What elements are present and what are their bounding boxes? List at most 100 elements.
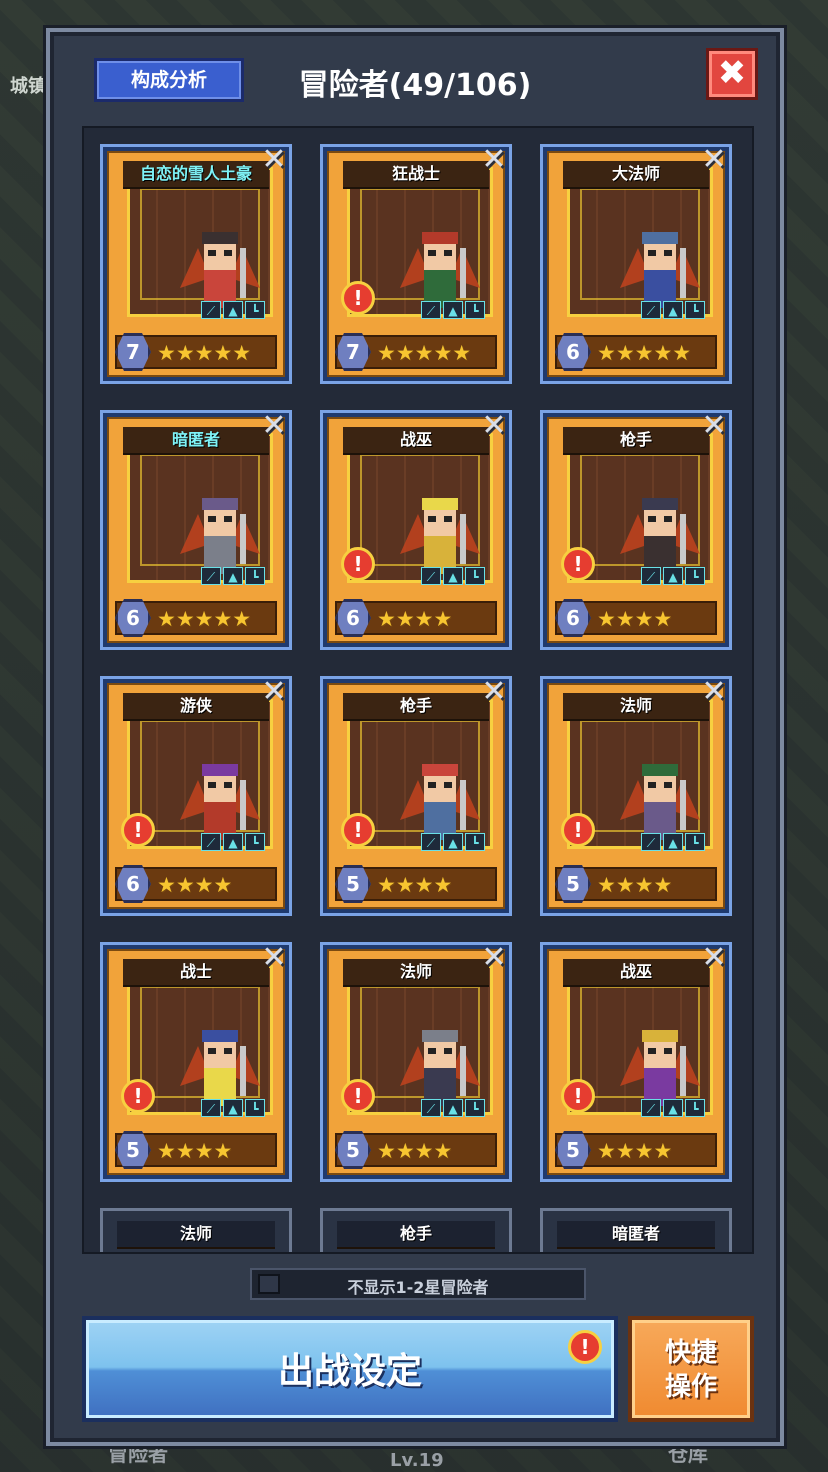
panel-title: 冒险者(49/106) [298,68,532,103]
armor-icon: ▲ [443,567,463,585]
crossed-swords-icon[interactable]: ✕ [255,673,293,711]
boots-icon: ┗ [465,567,485,585]
adventurer-list[interactable]: 自恋的雪人土豪 ⟋ ▲ ┗ 7 ★★★★★ ✕ 狂战士 ⟋ ▲ ┗! 7 ★★★★★ ✕ 大法师 ⟋ ▲ ┗ 6 ★★… [82,126,754,1254]
card-class-name: 法师 [117,1221,275,1249]
equipment-slots: ⟋ ▲ ┗ [201,1099,265,1117]
star-rating: ★★★★ [157,1139,233,1163]
card-frame: 自恋的雪人土豪 ⟋ ▲ ┗ 7 ★★★★★ [107,151,285,377]
star-rating: ★★★★★ [377,341,472,365]
adventurer-card[interactable]: 自恋的雪人土豪 ⟋ ▲ ┗ 7 ★★★★★ ✕ [100,141,293,384]
equipment-slots: ⟋ ▲ ┗ [201,301,265,319]
adventurer-card[interactable]: 枪手 [320,1208,512,1252]
filter-label: 不显示1-2星冒险者 [347,1278,489,1297]
adventurer-card[interactable]: 大法师 ⟋ ▲ ┗ 6 ★★★★★ ✕ [540,141,733,384]
adventurer-card[interactable]: 枪手 ⟋ ▲ ┗! 5 ★★★★ ✕ [320,673,513,916]
crossed-swords-icon[interactable]: ✕ [255,939,293,977]
adventurer-card[interactable]: 暗匿者 ⟋ ▲ ┗ 6 ★★★★★ ✕ [100,407,293,650]
card-portrait [567,167,713,317]
card-class-name: 法师 [343,959,489,987]
boots-icon: ┗ [245,567,265,585]
card-class-name: 战巫 [343,427,489,455]
card-frame: 狂战士 ⟋ ▲ ┗! 7 ★★★★★ [327,151,505,377]
adventurer-card[interactable]: 法师 [100,1208,292,1252]
adventurer-card[interactable]: 暗匿者 [540,1208,732,1252]
crossed-swords-icon[interactable]: ✕ [475,939,513,977]
star-rating: ★★★★ [377,873,453,897]
battle-setup-button[interactable]: 出战设定 ! [82,1316,618,1422]
card-portrait [127,433,273,583]
card-frame: 枪手 ⟋ ▲ ┗! 5 ★★★★ [327,683,505,909]
crossed-swords-icon[interactable]: ✕ [695,141,733,179]
star-rating: ★★★★ [377,1139,453,1163]
crossed-swords-icon[interactable]: ✕ [695,407,733,445]
weapon-icon: ⟋ [201,567,221,585]
adventurer-card[interactable]: 战士 ⟋ ▲ ┗! 5 ★★★★ ✕ [100,939,293,1182]
card-frame: 游侠 ⟋ ▲ ┗! 6 ★★★★ [107,683,285,909]
alert-icon: ! [341,813,375,847]
adventurer-card[interactable]: 法师 ⟋ ▲ ┗! 5 ★★★★ ✕ [540,673,733,916]
adventurer-card[interactable]: 战巫 ⟋ ▲ ┗! 5 ★★★★ ✕ [540,939,733,1182]
star-rating: ★★★★★ [157,341,252,365]
alert-icon: ! [561,813,595,847]
armor-icon: ▲ [663,833,683,851]
alert-icon: ! [341,1079,375,1113]
star-rating: ★★★★★ [157,607,252,631]
boots-icon: ┗ [245,1099,265,1117]
card-class-name: 战士 [123,959,269,987]
equipment-slots: ⟋ ▲ ┗ [421,567,485,585]
boots-icon: ┗ [685,301,705,319]
armor-icon: ▲ [663,301,683,319]
boots-icon: ┗ [245,833,265,851]
close-button[interactable]: ✖ [706,48,758,100]
weapon-icon: ⟋ [641,1099,661,1117]
star-rating: ★★★★ [377,607,453,631]
boots-icon: ┗ [245,301,265,319]
star-rating: ★★★★ [597,873,673,897]
alert-icon: ! [121,813,155,847]
weapon-icon: ⟋ [641,567,661,585]
adventurer-card[interactable]: 狂战士 ⟋ ▲ ┗! 7 ★★★★★ ✕ [320,141,513,384]
equipment-slots: ⟋ ▲ ┗ [641,833,705,851]
armor-icon: ▲ [443,1099,463,1117]
town-tag: 城镇 [10,76,46,97]
card-frame: 法师 ⟋ ▲ ┗! 5 ★★★★ [327,949,505,1175]
adventurer-card[interactable]: 战巫 ⟋ ▲ ┗! 6 ★★★★ ✕ [320,407,513,650]
crossed-swords-icon[interactable]: ✕ [475,407,513,445]
bottom-level-label: Lv.19 [390,1450,444,1471]
hide-low-star-toggle[interactable]: 不显示1-2星冒险者 [250,1268,586,1300]
crossed-swords-icon[interactable]: ✕ [475,141,513,179]
crossed-swords-icon[interactable]: ✕ [475,673,513,711]
card-frame: 战巫 ⟋ ▲ ┗! 6 ★★★★ [327,417,505,643]
adventurer-card[interactable]: 枪手 ⟋ ▲ ┗! 6 ★★★★ ✕ [540,407,733,650]
armor-icon: ▲ [223,1099,243,1117]
crossed-swords-icon[interactable]: ✕ [255,407,293,445]
card-class-name: 大法师 [563,161,709,189]
close-icon: ✖ [717,53,747,93]
armor-icon: ▲ [223,833,243,851]
quick-action-button[interactable]: 快捷 操作 [628,1316,754,1422]
star-rating: ★★★★ [157,873,233,897]
equipment-slots: ⟋ ▲ ┗ [641,1099,705,1117]
card-class-name: 枪手 [343,693,489,721]
boots-icon: ┗ [465,301,485,319]
alert-icon: ! [561,1079,595,1113]
alert-icon: ! [121,1079,155,1113]
star-rating: ★★★★ [597,607,673,631]
star-rating: ★★★★ [597,1139,673,1163]
alert-icon: ! [561,547,595,581]
crossed-swords-icon[interactable]: ✕ [695,673,733,711]
boots-icon: ┗ [685,567,705,585]
adventurer-card[interactable]: 法师 ⟋ ▲ ┗! 5 ★★★★ ✕ [320,939,513,1182]
armor-icon: ▲ [663,567,683,585]
equipment-slots: ⟋ ▲ ┗ [641,567,705,585]
weapon-icon: ⟋ [421,567,441,585]
equipment-slots: ⟋ ▲ ┗ [201,567,265,585]
boots-icon: ┗ [465,833,485,851]
adventurer-card[interactable]: 游侠 ⟋ ▲ ┗! 6 ★★★★ ✕ [100,673,293,916]
boots-icon: ┗ [685,833,705,851]
star-rating: ★★★★★ [597,341,692,365]
battle-setup-label: 出战设定 [277,1351,422,1392]
crossed-swords-icon[interactable]: ✕ [695,939,733,977]
card-frame: 大法师 ⟋ ▲ ┗ 6 ★★★★★ [547,151,725,377]
crossed-swords-icon[interactable]: ✕ [255,141,293,179]
